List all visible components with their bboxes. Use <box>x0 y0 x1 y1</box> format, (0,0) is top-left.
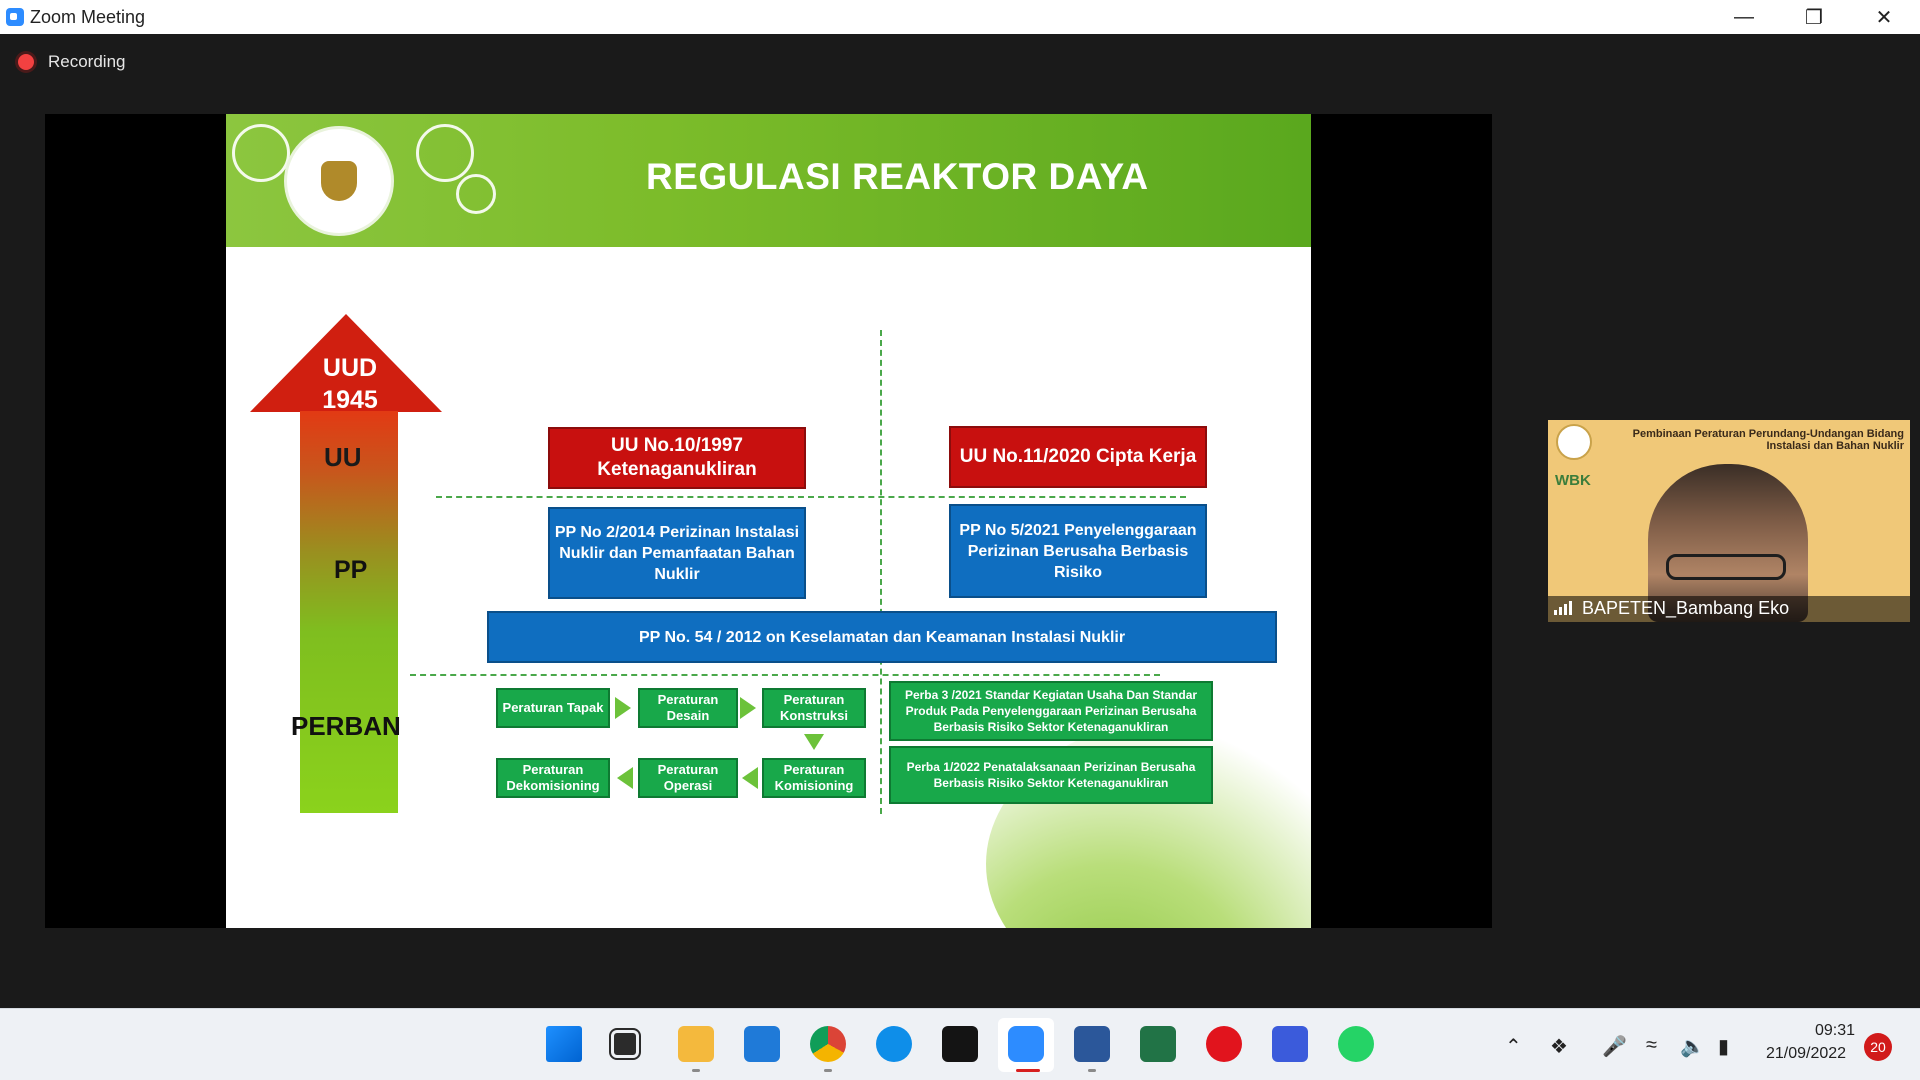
presentation-slide: REGULASI REAKTOR DAYA UUD 1945 UU PP PER… <box>226 114 1311 928</box>
uu-right-box: UU No.11/2020 Cipta Kerja <box>949 426 1207 488</box>
file-explorer-icon[interactable] <box>678 1026 714 1062</box>
ornament-icon <box>416 124 474 182</box>
label-uud: UUD 1945 <box>322 354 378 414</box>
running-indicator <box>824 1069 832 1072</box>
pp-shared-box: PP No. 54 / 2012 on Keselamatan dan Keam… <box>487 611 1277 663</box>
mail-icon[interactable] <box>744 1026 780 1062</box>
wifi-icon[interactable]: ≈ <box>1646 1034 1657 1057</box>
wbk-badge: WBK <box>1555 472 1591 489</box>
horizontal-divider <box>436 496 1186 498</box>
restore-button[interactable]: ❐ <box>1779 0 1849 34</box>
recording-dot-icon <box>18 54 34 70</box>
uu-left-box: UU No.10/1997 Ketenaganukliran <box>548 427 806 489</box>
peraturan-dekomisioning-box: Peraturan Dekomisioning <box>496 758 610 798</box>
participant-video-tile[interactable]: Pembinaan Peraturan Perundang-Undangan B… <box>1548 420 1910 622</box>
bapeten-logo-icon <box>1556 424 1592 460</box>
arrow-right-icon <box>740 697 756 719</box>
dropbox-icon[interactable]: ❖ <box>1550 1034 1568 1059</box>
word-icon[interactable] <box>1074 1026 1110 1062</box>
arrow-down-icon <box>804 734 824 750</box>
notification-count-badge[interactable]: 20 <box>1864 1033 1892 1061</box>
perba-3-2021-box: Perba 3 /2021 Standar Kegiatan Usaha Dan… <box>889 681 1213 741</box>
perba-1-2022-box: Perba 1/2022 Penatalaksanaan Perizinan B… <box>889 746 1213 804</box>
chrome-icon[interactable] <box>810 1026 846 1062</box>
participant-glasses <box>1666 554 1786 580</box>
peraturan-operasi-box: Peraturan Operasi <box>638 758 738 798</box>
volume-icon[interactable]: 🔈 <box>1680 1034 1705 1059</box>
battery-icon[interactable]: ▮ <box>1718 1034 1729 1059</box>
peraturan-konstruksi-box: Peraturan Konstruksi <box>762 688 866 728</box>
clock-time[interactable]: 09:31 <box>1815 1022 1855 1040</box>
arrow-left-icon <box>742 767 758 789</box>
opera-icon[interactable] <box>1206 1026 1242 1062</box>
vertical-divider <box>880 330 882 814</box>
label-pp: PP <box>334 556 368 584</box>
clock-date[interactable]: 21/09/2022 <box>1766 1045 1846 1063</box>
minimize-button[interactable]: — <box>1709 0 1779 34</box>
recording-indicator[interactable]: Recording <box>18 52 126 72</box>
label-perban: PERBAN <box>291 711 401 741</box>
peraturan-desain-box: Peraturan Desain <box>638 688 738 728</box>
pp-left-box: PP No 2/2014 Perizinan Instalasi Nuklir … <box>548 507 806 599</box>
arrow-right-icon <box>615 697 631 719</box>
window-titlebar: Zoom Meeting — ❐ ✕ <box>0 0 1920 34</box>
teamviewer-icon[interactable] <box>876 1026 912 1062</box>
webex-icon[interactable] <box>942 1026 978 1062</box>
peraturan-tapak-box: Peraturan Tapak <box>496 688 610 728</box>
recording-label: Recording <box>48 52 126 71</box>
nx-icon[interactable] <box>1272 1026 1308 1062</box>
zoom-icon[interactable] <box>1008 1026 1044 1062</box>
pp-right-box: PP No 5/2021 Penyelenggaraan Perizinan B… <box>949 504 1207 598</box>
excel-icon[interactable] <box>1140 1026 1176 1062</box>
window-title: Zoom Meeting <box>30 7 146 27</box>
arrow-left-icon <box>617 767 633 789</box>
ornament-icon <box>232 124 290 182</box>
bapeten-emblem-icon <box>284 126 394 236</box>
ornament-icon <box>456 174 496 214</box>
show-hidden-icons-chevron-up-icon[interactable]: ⌃ <box>1505 1034 1522 1059</box>
whatsapp-icon[interactable] <box>1338 1026 1374 1062</box>
microphone-icon[interactable]: 🎤 <box>1602 1034 1627 1059</box>
peraturan-komisioning-box: Peraturan Komisioning <box>762 758 866 798</box>
close-button[interactable]: ✕ <box>1849 0 1919 34</box>
active-indicator <box>1016 1069 1040 1072</box>
signal-strength-icon <box>1554 601 1572 615</box>
running-indicator <box>1088 1069 1096 1072</box>
zoom-app-icon <box>6 8 24 26</box>
horizontal-divider <box>410 674 1160 676</box>
start-icon[interactable] <box>546 1026 582 1062</box>
task-view-icon[interactable] <box>609 1028 641 1060</box>
participant-background-heading: Pembinaan Peraturan Perundang-Undangan B… <box>1632 428 1904 452</box>
participant-name: BAPETEN_Bambang Eko <box>1582 598 1790 618</box>
slide-title: REGULASI REAKTOR DAYA <box>646 156 1149 197</box>
running-indicator <box>692 1069 700 1072</box>
label-uu: UU <box>324 442 362 472</box>
